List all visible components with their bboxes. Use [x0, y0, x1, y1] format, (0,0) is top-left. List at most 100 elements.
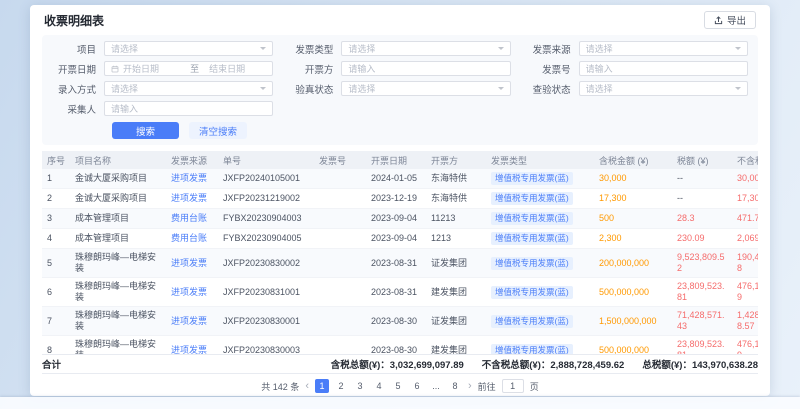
taskbar	[0, 397, 800, 409]
cell-date: 2023-12-19	[366, 189, 426, 209]
cell-source[interactable]: 进项发票	[166, 169, 218, 189]
filter-field-check-status: 查验状态 请选择	[527, 81, 748, 96]
cell-amount: 30,000	[594, 169, 672, 189]
filter-panel: 项目 请选择 发票类型 请选择 发票来源 请选择	[42, 35, 758, 145]
check-status-placeholder: 请选择	[586, 82, 731, 95]
chevron-down-icon	[498, 87, 504, 90]
column-header-source: 发票来源	[166, 151, 218, 169]
cell-issuer: 建发集团	[426, 336, 486, 355]
page-button-6[interactable]: 6	[410, 379, 424, 393]
cell-type: 增值税专用发票(蓝)	[486, 209, 594, 229]
cell-index: 2	[42, 189, 70, 209]
column-header-issuer: 开票方	[426, 151, 486, 169]
card-header: 收票明细表 导出	[30, 5, 770, 33]
table-row: 4成本管理项目费用台账FYBX202309040052023-09-041213…	[42, 229, 758, 249]
chevron-down-icon	[735, 87, 741, 90]
invoice-type-select[interactable]: 请选择	[341, 41, 510, 56]
cell-source[interactable]: 费用台账	[166, 229, 218, 249]
cell-invoice_no	[314, 229, 366, 249]
invoice-source-label: 发票来源	[527, 42, 579, 56]
filter-field-entry-method: 录入方式 请选择	[52, 81, 273, 96]
cell-tax: 230.09	[672, 229, 732, 249]
page-button-8[interactable]: 8	[448, 379, 462, 393]
chevron-down-icon	[260, 47, 266, 50]
cell-amount: 17,300	[594, 189, 672, 209]
entry-method-select[interactable]: 请选择	[104, 81, 273, 96]
cell-date: 2023-08-31	[366, 278, 426, 307]
cell-project: 珠穆朗玛峰—电梯安装	[70, 336, 166, 355]
page-button-4[interactable]: 4	[372, 379, 386, 393]
collector-placeholder: 请输入	[111, 102, 266, 115]
app-window: 收票明细表 导出 项目 请选择 发票类型 请选择	[30, 5, 770, 396]
project-label: 项目	[52, 42, 104, 56]
page-button-1[interactable]: 1	[315, 379, 329, 393]
export-button[interactable]: 导出	[704, 11, 756, 29]
cell-project: 珠穆朗玛峰—电梯安装	[70, 307, 166, 336]
verify-status-select[interactable]: 请选择	[341, 81, 510, 96]
date-start-placeholder: 开始日期	[123, 62, 180, 75]
cell-order_no: JXFP20230830002	[218, 249, 314, 278]
cell-net: 2,069.91	[732, 229, 758, 249]
search-button[interactable]: 搜索	[112, 122, 179, 139]
cell-order_no: JXFP20230831001	[218, 278, 314, 307]
cell-project: 成本管理项目	[70, 209, 166, 229]
cell-source[interactable]: 进项发票	[166, 278, 218, 307]
issuer-input[interactable]: 请输入	[341, 61, 510, 76]
invoice-no-input[interactable]: 请输入	[579, 61, 748, 76]
table-row: 1金诚大厦采购项目进项发票JXFP202401050012024-01-05东海…	[42, 169, 758, 189]
summary-row: 合计 含税总额(¥)：3,032,699,097.89不含税总额(¥)：2,88…	[42, 354, 758, 374]
invoice-date-label: 开票日期	[52, 62, 104, 76]
project-select[interactable]: 请选择	[104, 41, 273, 56]
cell-project: 金诚大厦采购项目	[70, 169, 166, 189]
invoice-type-tag: 增值税专用发票(蓝)	[491, 232, 573, 245]
table-row: 8珠穆朗玛峰—电梯安装进项发票JXFP202308300032023-08-30…	[42, 336, 758, 355]
cell-index: 8	[42, 336, 70, 355]
cell-order_no: JXFP20230830001	[218, 307, 314, 336]
cell-invoice_no	[314, 307, 366, 336]
cell-tax: 23,809,523.81	[672, 336, 732, 355]
cell-date: 2024-01-05	[366, 169, 426, 189]
page-button-3[interactable]: 3	[353, 379, 367, 393]
cell-amount: 500	[594, 209, 672, 229]
cell-source[interactable]: 进项发票	[166, 307, 218, 336]
check-status-select[interactable]: 请选择	[579, 81, 748, 96]
page-button-2[interactable]: 2	[334, 379, 348, 393]
cell-net: 30,000	[732, 169, 758, 189]
invoice-source-select[interactable]: 请选择	[579, 41, 748, 56]
filter-field-collector: 采集人 请输入	[52, 101, 273, 116]
invoice-type-tag: 增值税专用发票(蓝)	[491, 192, 573, 205]
table-row: 5珠穆朗玛峰—电梯安装进项发票JXFP202308300022023-08-31…	[42, 249, 758, 278]
filter-field-project: 项目 请选择	[52, 41, 273, 56]
summary-totals: 含税总额(¥)：3,032,699,097.89不含税总额(¥)：2,888,7…	[331, 357, 758, 371]
clear-search-button[interactable]: 清空搜索	[189, 122, 247, 139]
cell-invoice_no	[314, 249, 366, 278]
invoice-date-range-picker[interactable]: 开始日期 至 结束日期	[104, 61, 273, 76]
cell-tax: --	[672, 189, 732, 209]
cell-type: 增值税专用发票(蓝)	[486, 278, 594, 307]
cell-net: 190,476,190.48	[732, 249, 758, 278]
filter-field-invoice-date: 开票日期 开始日期 至 结束日期	[52, 61, 273, 76]
page-jump-input[interactable]	[502, 379, 524, 393]
column-header-index: 序号	[42, 151, 70, 169]
pagination: 共 142 条 ‹ 123456...8 › 前往 页	[30, 376, 770, 396]
cell-issuer: 11213	[426, 209, 486, 229]
cell-tax: 28.3	[672, 209, 732, 229]
cell-source[interactable]: 进项发票	[166, 336, 218, 355]
page-button-5[interactable]: 5	[391, 379, 405, 393]
export-button-label: 导出	[727, 13, 746, 27]
cell-source[interactable]: 费用台账	[166, 209, 218, 229]
cell-source[interactable]: 进项发票	[166, 189, 218, 209]
cell-order_no: JXFP20240105001	[218, 169, 314, 189]
cell-net: 471.7	[732, 209, 758, 229]
cell-issuer: 东海特供	[426, 169, 486, 189]
next-page-button[interactable]: ›	[468, 379, 472, 393]
prev-page-button[interactable]: ‹	[305, 379, 309, 393]
cell-type: 增值税专用发票(蓝)	[486, 336, 594, 355]
cell-source[interactable]: 进项发票	[166, 249, 218, 278]
page-title: 收票明细表	[44, 12, 104, 29]
cell-net: 17,300	[732, 189, 758, 209]
project-placeholder: 请选择	[111, 42, 256, 55]
cell-invoice_no	[314, 189, 366, 209]
cell-issuer: 证发集团	[426, 249, 486, 278]
collector-input[interactable]: 请输入	[104, 101, 273, 116]
